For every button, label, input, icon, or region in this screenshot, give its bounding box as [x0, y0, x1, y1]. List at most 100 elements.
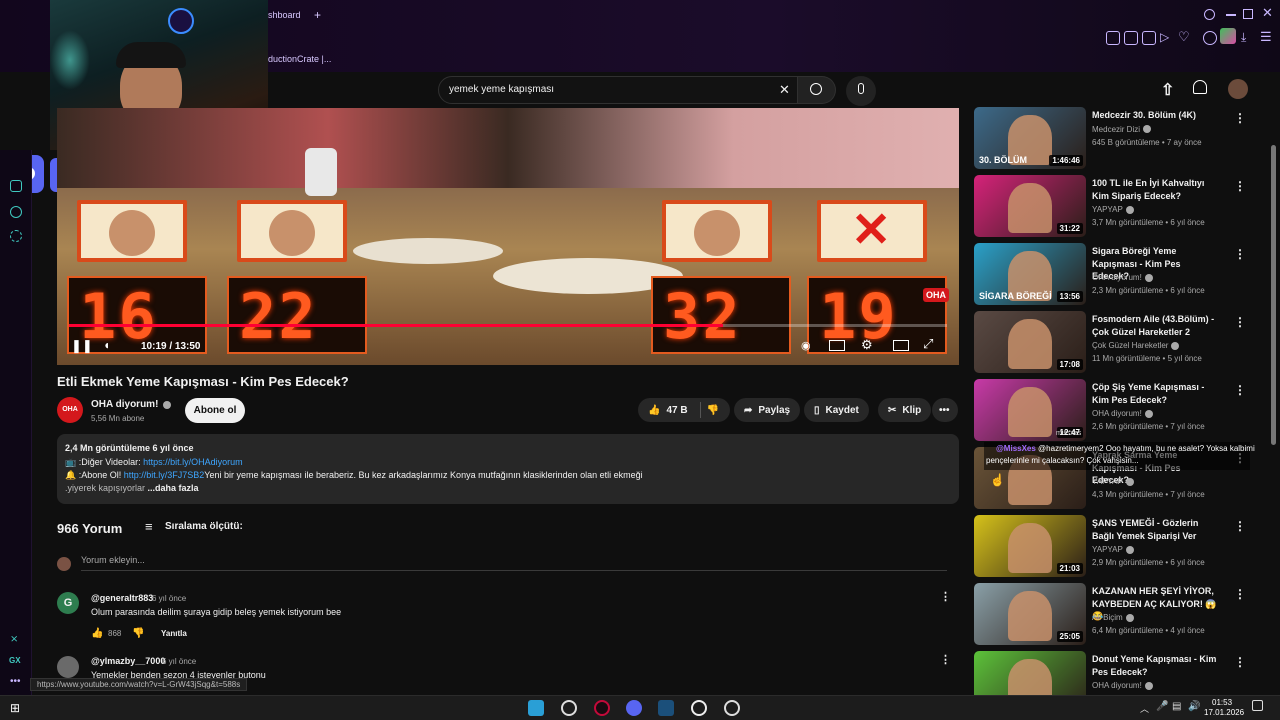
heart-icon[interactable]: ♡: [1178, 29, 1190, 45]
recommendation-item[interactable]: 21:03 ŞANS YEMEĞİ - Gözlerin Bağlı Yemek …: [974, 515, 1246, 579]
reply-button[interactable]: Yanıtla: [161, 629, 187, 638]
extension-icon[interactable]: [1106, 31, 1120, 45]
recommendation-thumbnail[interactable]: 30. BÖLÜM 1:46:46: [974, 107, 1086, 169]
sidebar-settings-icon[interactable]: [10, 230, 22, 242]
comment-dislike-icon[interactable]: 👎: [132, 628, 144, 639]
comment-author[interactable]: @generaltr883: [91, 593, 153, 603]
recommendation-item[interactable]: 17:08 Fosmodern Aile (43.Bölüm) - Çok Güz…: [974, 311, 1246, 375]
recommendation-channel[interactable]: YAPYAP: [1092, 477, 1134, 486]
account-avatar[interactable]: [1228, 79, 1248, 99]
taskbar-discord-icon[interactable]: [626, 700, 642, 716]
recommendation-channel[interactable]: OHA diyorum!: [1092, 273, 1153, 282]
recommendation-item[interactable]: 25:05 KAZANAN HER ŞEYİ YİYOR, KAYBEDEN AÇ…: [974, 583, 1246, 647]
sidebar-messenger-icon[interactable]: [10, 206, 22, 218]
sidebar-more-icon[interactable]: •••: [10, 676, 21, 687]
search-tabs-icon[interactable]: [1204, 9, 1215, 20]
progress-track[interactable]: [69, 324, 947, 327]
sidebar-gx-icon[interactable]: GX: [9, 656, 21, 665]
recommendation-channel[interactable]: Medcezir Dizi: [1092, 125, 1152, 134]
share-button[interactable]: ➦ Paylaş: [734, 398, 801, 422]
taskbar-app-icon[interactable]: [528, 700, 544, 716]
recommendation-menu-icon[interactable]: ⋮: [1234, 247, 1246, 261]
tray-volume-icon[interactable]: 🔊: [1188, 701, 1200, 712]
comment-avatar[interactable]: G: [57, 592, 79, 614]
profile-avatar-icon[interactable]: [1220, 28, 1236, 44]
search-input[interactable]: yemek yeme kapışması ✕: [438, 76, 798, 104]
recommendation-thumbnail[interactable]: 31:22: [974, 175, 1086, 237]
clear-search-icon[interactable]: ✕: [779, 82, 790, 98]
recommendation-channel[interactable]: Çok Güzel Hareketler: [1092, 341, 1180, 350]
recommendation-channel[interactable]: YAPYAP: [1092, 205, 1134, 214]
autoplay-toggle-icon[interactable]: ◉: [801, 339, 811, 352]
recommendation-item[interactable]: 30. BÖLÜM 1:46:46 Medcezir 30. Bölüm (4K) M…: [974, 107, 1246, 171]
taskbar-steam-icon[interactable]: [724, 700, 740, 716]
recommendation-menu-icon[interactable]: ⋮: [1234, 519, 1246, 533]
comment-time[interactable]: 6 yıl önce: [152, 594, 186, 603]
recommendation-channel[interactable]: Ali Biçim: [1092, 613, 1134, 622]
comment-time[interactable]: 6 yıl önce: [162, 657, 196, 666]
new-tab-button[interactable]: +: [314, 8, 321, 22]
recommendation-title[interactable]: Çöp Şiş Yeme Kapışması - Kim Pes Edecek?: [1092, 381, 1220, 406]
recommendation-title[interactable]: ŞANS YEMEĞİ - Gözlerin Bağlı Yemek Sipar…: [1092, 517, 1220, 542]
recommendation-thumbnail[interactable]: 21:03: [974, 515, 1086, 577]
recommendation-item[interactable]: 31:22 100 TL ile En İyi Kahvaltıyı Kim Si…: [974, 175, 1246, 239]
start-icon[interactable]: ⊞: [10, 701, 20, 715]
cube-icon[interactable]: [1203, 31, 1217, 45]
comment-menu-icon[interactable]: ⋮: [940, 590, 951, 603]
search-button[interactable]: [798, 76, 836, 104]
notification-center-icon[interactable]: [1252, 700, 1263, 711]
recommendation-menu-icon[interactable]: ⋮: [1234, 587, 1246, 601]
upload-icon[interactable]: ⇧: [1161, 80, 1174, 100]
like-icon[interactable]: 👍: [648, 405, 660, 416]
dislike-icon[interactable]: 👎: [707, 405, 719, 416]
channel-name[interactable]: OHA diyorum!: [91, 399, 158, 410]
subtitles-icon[interactable]: [829, 340, 845, 351]
comment-like-icon[interactable]: 👍: [91, 628, 103, 639]
maximize-icon[interactable]: [1243, 9, 1253, 19]
minimize-icon[interactable]: [1226, 14, 1236, 16]
search-query[interactable]: yemek yeme kapışması: [449, 84, 554, 95]
clock-date[interactable]: 17.01.2026: [1204, 708, 1244, 717]
clock-time[interactable]: 01:53: [1212, 698, 1232, 707]
subscribe-button[interactable]: Abone ol: [185, 398, 245, 423]
description-link-1[interactable]: https://bit.ly/OHAdiyorum: [143, 457, 243, 467]
clip-button[interactable]: ✂ Klip: [878, 398, 932, 422]
recommendation-title[interactable]: Donut Yeme Kapışması - Kim Pes Edecek?: [1092, 653, 1220, 678]
recommendation-menu-icon[interactable]: ⋮: [1234, 383, 1246, 397]
taskbar-opera-gx-icon[interactable]: [594, 700, 610, 716]
recommendation-title[interactable]: Fosmodern Aile (43.Bölüm) - Çok Güzel Ha…: [1092, 313, 1220, 338]
recommendation-thumbnail[interactable]: 17:08: [974, 311, 1086, 373]
like-count[interactable]: 47 B: [666, 405, 687, 416]
taskbar-obs-icon[interactable]: [691, 700, 707, 716]
recommendation-thumbnail[interactable]: SİGARA BÖREĞİ 13:56: [974, 243, 1086, 305]
theater-mode-icon[interactable]: [893, 340, 909, 351]
recommendation-channel[interactable]: YAPYAP: [1092, 545, 1134, 554]
comment-avatar[interactable]: [57, 656, 79, 678]
tray-network-icon[interactable]: ▤: [1172, 701, 1181, 712]
save-button[interactable]: ▯ Kaydet: [804, 398, 869, 422]
recommendation-title[interactable]: 100 TL ile En İyi Kahvaltıyı Kim Sipariş…: [1092, 177, 1220, 202]
close-window-icon[interactable]: ✕: [1262, 5, 1273, 21]
capture-icon[interactable]: [1142, 31, 1156, 45]
recommendation-channel[interactable]: OHA diyorum!: [1092, 409, 1153, 418]
recommendation-menu-icon[interactable]: ⋮: [1234, 179, 1246, 193]
tray-mic-icon[interactable]: 🎤: [1156, 701, 1168, 712]
tab-label[interactable]: shboard: [268, 10, 301, 20]
tray-chevron-icon[interactable]: ︿: [1140, 702, 1149, 715]
video-player[interactable]: ✕ 16 22 32 19 OHA ❚❚ ◖ 10:19 / 13:50 ◉ ⚙…: [57, 108, 959, 365]
sidebar-cross-icon[interactable]: ⨯: [10, 634, 18, 645]
channel-avatar[interactable]: OHA: [57, 397, 83, 423]
recommendation-item[interactable]: 12:47 Çöp Şiş Yeme Kapışması - Kim Pes Ed…: [974, 379, 1246, 443]
description-link-2[interactable]: http://bit.ly/3FJ7SB2: [124, 470, 205, 480]
voice-search-button[interactable]: [846, 76, 876, 106]
recommendation-thumbnail[interactable]: 25:05: [974, 583, 1086, 645]
more-actions-button[interactable]: •••: [932, 398, 958, 422]
taskbar-steam-icon[interactable]: [658, 700, 674, 716]
taskbar-steam-icon[interactable]: [561, 700, 577, 716]
bookmark-label[interactable]: ductionCrate |...: [268, 54, 331, 64]
volume-icon[interactable]: ◖: [103, 338, 110, 352]
menu-icon[interactable]: ☰: [1260, 29, 1272, 45]
comment-menu-icon[interactable]: ⋮: [940, 653, 951, 666]
recommendation-menu-icon[interactable]: ⋮: [1234, 315, 1246, 329]
recommendation-menu-icon[interactable]: ⋮: [1234, 111, 1246, 125]
